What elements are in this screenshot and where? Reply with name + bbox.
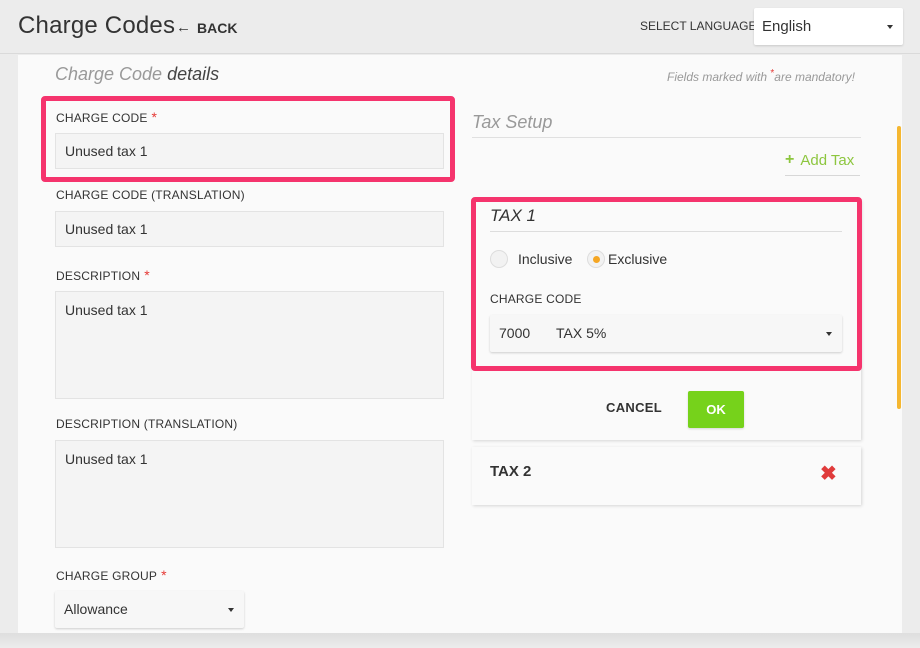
plus-icon: +: [785, 151, 795, 168]
details-title-strong: details: [167, 64, 220, 84]
back-button[interactable]: ← BACK: [176, 19, 237, 36]
scrollbar[interactable]: [897, 126, 901, 409]
caret-down-icon: [228, 608, 234, 612]
caret-down-icon: [826, 332, 832, 336]
tax1-charge-code-select[interactable]: 7000 TAX 5%: [490, 315, 842, 352]
charge-code-number: 7000: [499, 325, 531, 341]
inclusive-label: Inclusive: [518, 251, 573, 267]
description-translation-textarea[interactable]: Unused tax 1: [55, 440, 444, 548]
required-marker: *: [144, 267, 150, 283]
mandatory-note-prefix: Fields marked with: [667, 70, 768, 84]
charge-code-translation-label: CHARGE CODE (TRANSLATION): [56, 188, 245, 202]
tax1-charge-code-label: CHARGE CODE: [490, 292, 582, 306]
inclusive-radio[interactable]: Inclusive: [490, 250, 572, 268]
divider: [785, 175, 860, 176]
back-label: BACK: [197, 19, 238, 36]
radio-checked-icon: [587, 250, 605, 268]
charge-code-input[interactable]: Unused tax 1: [55, 133, 444, 169]
page-title: Charge Codes: [18, 12, 176, 39]
select-language-label: SELECT LANGUAGE: [640, 19, 757, 33]
ok-button[interactable]: OK: [688, 391, 744, 428]
charge-group-select[interactable]: Allowance: [55, 591, 244, 628]
mandatory-note-suffix: are mandatory!: [774, 70, 855, 84]
charge-group-label-text: CHARGE GROUP: [56, 569, 158, 583]
details-title: Charge Code details: [55, 64, 219, 85]
description-textarea[interactable]: Unused tax 1: [55, 291, 444, 399]
close-x-icon[interactable]: ✖: [820, 464, 837, 484]
details-title-light: Charge Code: [55, 64, 163, 84]
tax-setup-title: Tax Setup: [472, 112, 553, 132]
description-label: DESCRIPTION *: [56, 267, 150, 283]
charge-code-label: CHARGE CODE *: [56, 109, 157, 125]
add-tax-label: Add Tax: [800, 151, 855, 169]
tax2-title: TAX 2: [490, 463, 532, 480]
caret-down-icon: [887, 25, 893, 29]
add-tax-button[interactable]: + Add Tax: [785, 151, 854, 169]
bottom-edge: [0, 633, 920, 648]
exclusive-radio[interactable]: Exclusive: [587, 250, 667, 268]
charge-code-translation-input[interactable]: Unused tax 1: [55, 211, 444, 247]
radio-unchecked-icon: [490, 250, 508, 268]
cancel-button[interactable]: CANCEL: [606, 400, 662, 415]
divider: [472, 137, 861, 138]
charge-group-value: Allowance: [64, 601, 128, 617]
mandatory-note: Fields marked with *are mandatory!: [667, 68, 855, 84]
language-select[interactable]: English: [754, 8, 903, 45]
tax1-title: TAX 1: [490, 206, 536, 225]
exclusive-label: Exclusive: [608, 251, 668, 267]
description-translation-label: DESCRIPTION (TRANSLATION): [56, 417, 238, 431]
charge-group-label: CHARGE GROUP *: [56, 567, 167, 583]
charge-code-name: TAX 5%: [556, 325, 607, 341]
description-label-text: DESCRIPTION: [56, 269, 141, 283]
charge-code-label-text: CHARGE CODE: [56, 111, 148, 125]
divider: [490, 231, 842, 232]
required-marker: *: [151, 109, 158, 125]
arrow-left-icon: ←: [176, 19, 191, 36]
language-value: English: [762, 18, 812, 35]
required-marker: *: [161, 567, 167, 583]
